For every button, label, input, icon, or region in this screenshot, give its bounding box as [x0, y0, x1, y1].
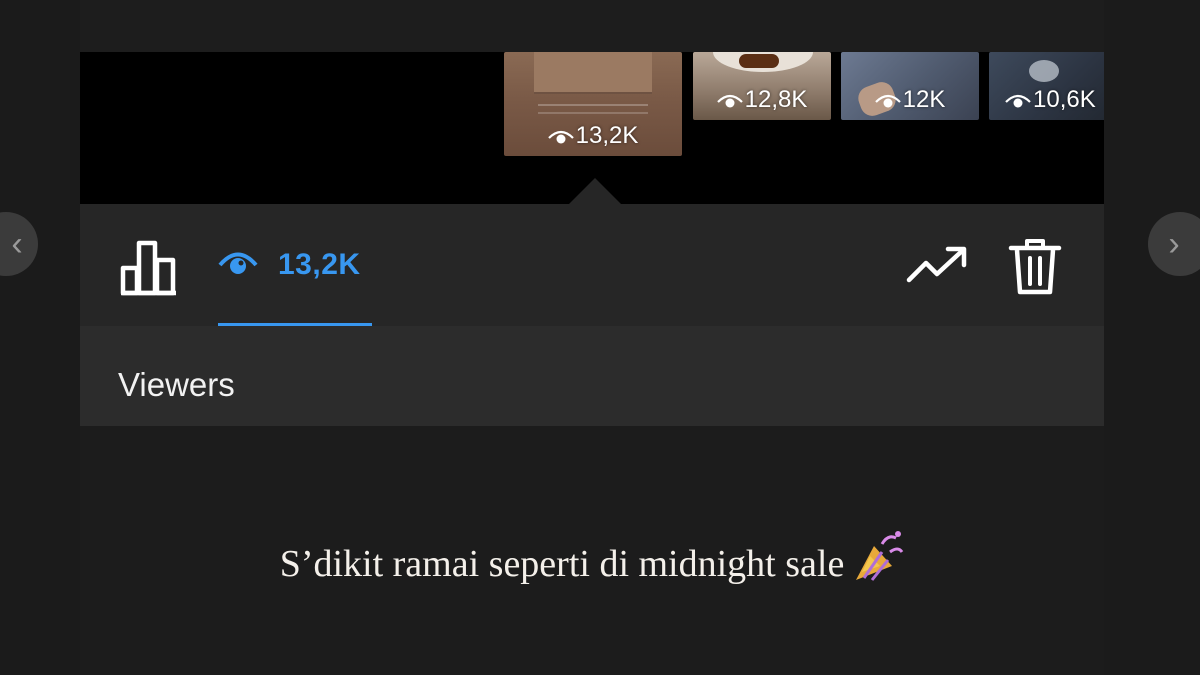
trending-up-icon[interactable]: [906, 244, 968, 286]
story-thumbnail[interactable]: 12,8K: [693, 52, 831, 120]
thumbnail-caption-lines: [538, 104, 648, 114]
chevron-left-icon: ‹: [11, 225, 23, 263]
eye-icon: [547, 130, 574, 144]
chevron-right-icon: ›: [1168, 225, 1180, 263]
selected-story-pointer: [569, 178, 621, 204]
trash-icon[interactable]: [1008, 236, 1062, 296]
eye-icon: [874, 94, 901, 108]
insights-toolbar: 13,2K: [80, 204, 1104, 326]
views-count: 13,2K: [278, 248, 361, 281]
story-caption: S’dikit ramai seperti di midnight sale: [80, 530, 1104, 586]
thumbnail-views-count: 12,8K: [744, 86, 808, 113]
eye-icon: [716, 94, 743, 108]
right-side-panel: [1104, 0, 1200, 675]
thumbnail-views: 10,6K: [1005, 86, 1104, 114]
thumbnail-views-count: 12K: [902, 86, 946, 113]
thumbnail-views: 12,8K: [693, 86, 831, 114]
story-thumbnail[interactable]: 10,6K: [989, 52, 1104, 120]
story-thumbnail-selected[interactable]: 13,2K: [504, 52, 682, 156]
viewers-heading: Viewers: [118, 366, 235, 403]
viewers-section: Viewers: [80, 326, 1104, 426]
thumbnail-image: [534, 52, 652, 94]
thumbnail-views: 12K: [841, 86, 979, 114]
thumbnail-image-detail: [739, 54, 779, 68]
thumbnail-views-count: 13,2K: [575, 122, 639, 149]
tab-views[interactable]: 13,2K: [218, 204, 376, 326]
party-popper-icon: [856, 531, 904, 581]
story-preview: S’dikit ramai seperti di midnight sale: [80, 426, 1104, 675]
story-caption-text: S’dikit ramai seperti di midnight sale: [279, 543, 845, 585]
thumbnail-views-count: 10,6K: [1033, 86, 1096, 113]
eye-icon: [218, 252, 258, 274]
eye-icon: [1005, 94, 1031, 108]
thumbnail-image: [1029, 60, 1059, 82]
story-thumbnail[interactable]: 12K: [841, 52, 979, 120]
top-bar: [80, 0, 1104, 52]
story-insights-frame: 13,2K 12,8K 12K 10,6K 13,2K Viewers S’di…: [80, 0, 1104, 675]
thumbnail-views: 13,2K: [504, 122, 682, 150]
left-side-panel: [0, 0, 80, 675]
bar-chart-icon[interactable]: [120, 238, 178, 296]
